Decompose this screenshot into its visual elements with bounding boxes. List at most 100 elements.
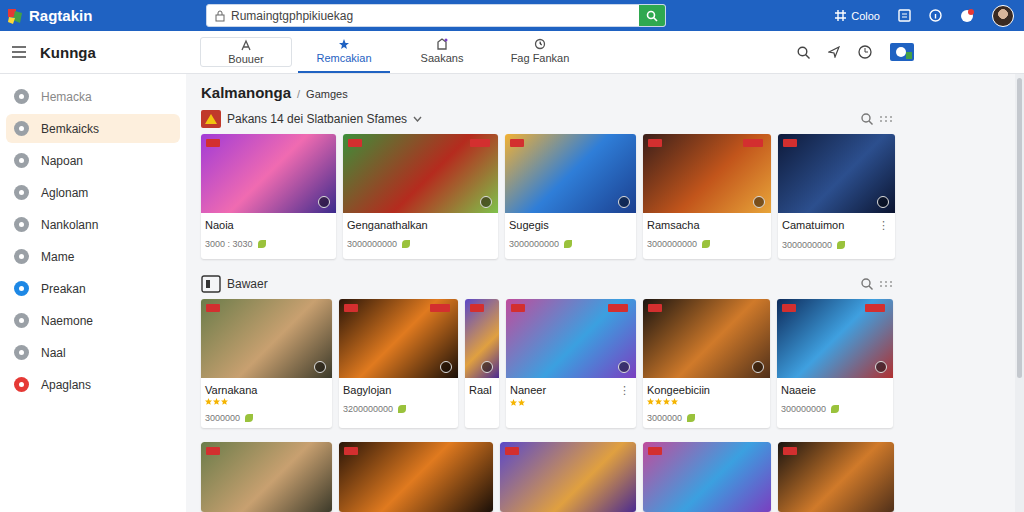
badge bbox=[344, 447, 358, 455]
sidebar-item[interactable]: Apaglans bbox=[6, 370, 180, 399]
glyph-icon bbox=[18, 317, 25, 324]
app-title: Kunnga bbox=[40, 44, 96, 61]
sidebar-item[interactable]: Napoan bbox=[6, 146, 180, 175]
play-icon bbox=[314, 361, 326, 373]
sidebar-label: Apaglans bbox=[41, 378, 91, 392]
leaf-icon bbox=[258, 240, 266, 248]
card-meta: 3000000000 bbox=[647, 239, 767, 249]
tab-icon bbox=[338, 38, 350, 50]
game-art bbox=[778, 442, 894, 512]
download-count: 3000000000 bbox=[509, 239, 559, 249]
game-card[interactable]: Genganathalkan3000000000 bbox=[343, 134, 498, 259]
sidebar-item[interactable]: Aglonam bbox=[6, 178, 180, 207]
sidebar-item[interactable]: Naemone bbox=[6, 306, 180, 335]
search-button[interactable] bbox=[639, 5, 665, 26]
star-icon bbox=[663, 398, 670, 405]
sidebar-label: Napoan bbox=[41, 154, 83, 168]
game-card[interactable]: Bagylojan3200000000 bbox=[339, 299, 458, 428]
grid-icon[interactable] bbox=[879, 280, 893, 288]
game-card[interactable] bbox=[339, 442, 493, 512]
tab-icon bbox=[436, 38, 448, 50]
rating bbox=[510, 399, 632, 406]
chevron-icon[interactable] bbox=[413, 116, 422, 122]
game-card[interactable] bbox=[643, 442, 771, 512]
tab[interactable]: Fag Fankan bbox=[494, 31, 586, 73]
tab[interactable]: Bouuer bbox=[200, 37, 292, 67]
search-icon[interactable] bbox=[797, 46, 810, 59]
game-card[interactable] bbox=[500, 442, 636, 512]
avatar[interactable] bbox=[992, 5, 1014, 27]
logo[interactable]: Ragtakin bbox=[6, 7, 196, 25]
section-tools bbox=[861, 278, 895, 290]
more-button[interactable]: ⋮ bbox=[878, 219, 891, 232]
card-title: Camatuimon bbox=[782, 219, 844, 232]
play-icon bbox=[618, 196, 630, 208]
breadcrumb-current[interactable]: Gamges bbox=[306, 88, 348, 100]
game-art bbox=[505, 134, 636, 213]
scroll-thumb[interactable] bbox=[1017, 78, 1022, 378]
sidebar-item[interactable]: Preakan bbox=[6, 274, 180, 303]
game-card[interactable] bbox=[201, 442, 332, 512]
search-box[interactable] bbox=[206, 4, 666, 27]
store-icon[interactable] bbox=[890, 43, 914, 61]
search-input[interactable] bbox=[231, 9, 633, 23]
notification-icon[interactable] bbox=[960, 9, 974, 23]
game-card[interactable]: Naneer ⋮ bbox=[506, 299, 636, 428]
category-icon bbox=[14, 281, 29, 296]
sidebar-item[interactable]: Nankolann bbox=[6, 210, 180, 239]
sidebar-item[interactable]: Naal bbox=[6, 338, 180, 367]
content: Hemacka Bemkaicks Napoan Aglonam Nankolann Ma… bbox=[0, 74, 1024, 512]
game-card[interactable] bbox=[778, 442, 894, 512]
category-icon bbox=[14, 249, 29, 264]
game-art bbox=[778, 134, 895, 213]
account[interactable]: Coloo bbox=[835, 10, 880, 22]
game-card[interactable]: Raal bbox=[465, 299, 499, 428]
game-card[interactable]: Varnakana3000000 bbox=[201, 299, 332, 428]
badge bbox=[470, 304, 484, 312]
game-art bbox=[643, 299, 770, 378]
card-title: Raal bbox=[469, 384, 492, 396]
sidebar-item[interactable]: Hemacka bbox=[6, 82, 180, 111]
search-icon[interactable] bbox=[861, 278, 873, 290]
page-title: Kalmanonga bbox=[201, 84, 291, 101]
card-body: Varnakana3000000 bbox=[201, 378, 332, 428]
game-card[interactable]: Naoia3000 : 3030 bbox=[201, 134, 336, 259]
game-grid bbox=[201, 442, 895, 512]
calendar-icon[interactable] bbox=[898, 9, 911, 22]
glyph-icon bbox=[18, 93, 25, 100]
menu-icon[interactable] bbox=[12, 46, 26, 58]
card-title: Varnakana bbox=[205, 384, 257, 396]
card-title: Naoia bbox=[205, 219, 234, 231]
game-card[interactable]: Sugegis3000000000 bbox=[505, 134, 636, 259]
game-card[interactable]: Camatuimon⋮3000000000 bbox=[778, 134, 895, 259]
share-icon[interactable] bbox=[828, 46, 840, 58]
more-button[interactable]: ⋮ bbox=[619, 384, 632, 397]
glyph-icon bbox=[18, 285, 25, 292]
tab[interactable]: Saakans bbox=[396, 31, 488, 73]
info-icon[interactable] bbox=[929, 9, 942, 22]
scrollbar[interactable] bbox=[1015, 74, 1024, 512]
section-header: Bawaer bbox=[201, 273, 895, 295]
sidebar-item[interactable]: Bemkaicks bbox=[6, 114, 180, 143]
game-grid: Naoia3000 : 3030Genganathalkan3000000000… bbox=[201, 134, 895, 259]
lock-icon bbox=[215, 10, 225, 22]
category-icon bbox=[14, 345, 29, 360]
game-card[interactable]: Kongeebiciin3000000 bbox=[643, 299, 770, 428]
star-icon bbox=[671, 398, 678, 405]
game-art bbox=[201, 134, 336, 213]
game-art bbox=[643, 442, 771, 512]
clock-icon[interactable] bbox=[858, 45, 872, 59]
game-card[interactable]: Ramsacha3000000000 bbox=[643, 134, 771, 259]
tab[interactable]: Remcakian bbox=[298, 31, 390, 73]
sidebar-label: Preakan bbox=[41, 282, 86, 296]
play-icon bbox=[440, 361, 452, 373]
game-card[interactable]: Naaeie300000000 bbox=[777, 299, 893, 428]
card-title: Naneer bbox=[510, 384, 546, 397]
grid-icon[interactable] bbox=[879, 115, 893, 123]
search-icon[interactable] bbox=[861, 113, 873, 125]
logo-text: Ragtakin bbox=[29, 7, 92, 24]
category-icon bbox=[14, 153, 29, 168]
glyph-icon bbox=[18, 381, 25, 388]
sidebar-item[interactable]: Mame bbox=[6, 242, 180, 271]
section-icon bbox=[201, 110, 221, 128]
